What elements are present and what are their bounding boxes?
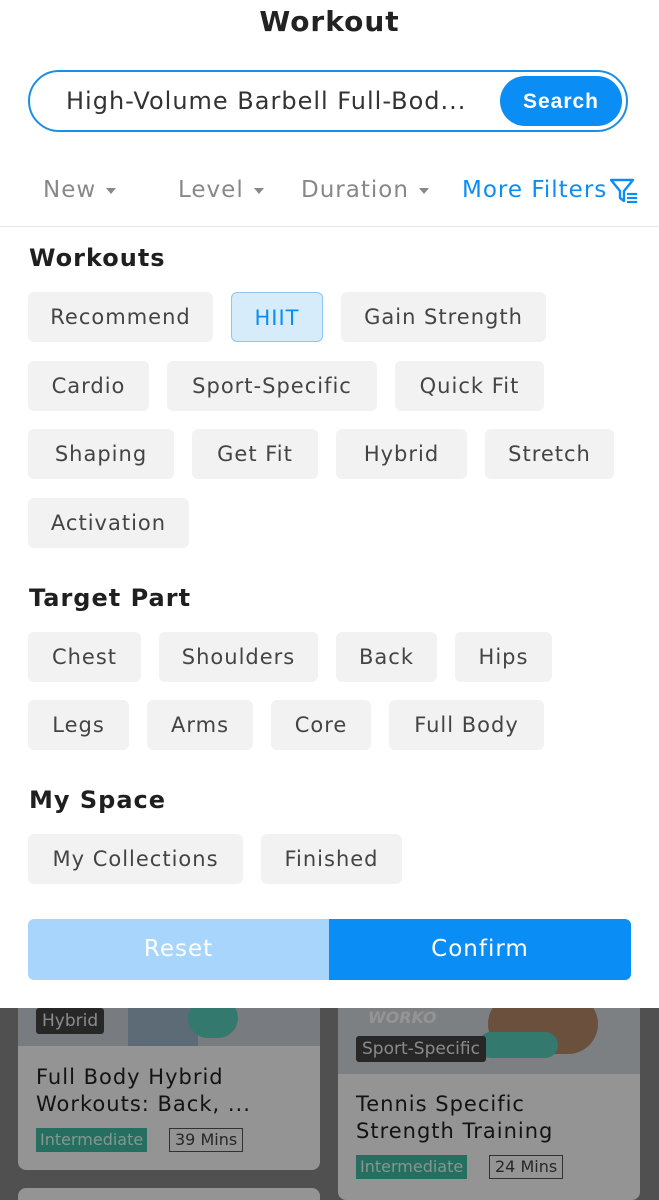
filter-duration-label: Duration (301, 177, 409, 203)
chip-sport-specific[interactable]: Sport-Specific (167, 361, 377, 411)
search-bar[interactable]: High-Volume Barbell Full-Bod... Search (28, 70, 628, 132)
chip-quick-fit[interactable]: Quick Fit (395, 361, 544, 411)
chip-finished[interactable]: Finished (261, 834, 402, 884)
filter-new-label: New (43, 177, 97, 203)
filter-new[interactable]: New (43, 168, 117, 212)
chip-legs[interactable]: Legs (28, 700, 129, 750)
filter-funnel-icon (610, 178, 638, 203)
chip-shoulders[interactable]: Shoulders (159, 632, 318, 682)
caret-down-icon (106, 187, 117, 194)
chip-recommend[interactable]: Recommend (28, 292, 213, 342)
chip-cardio[interactable]: Cardio (28, 361, 149, 411)
chip-get-fit[interactable]: Get Fit (192, 429, 318, 479)
chip-hiit[interactable]: HIIT (231, 292, 323, 342)
chip-back[interactable]: Back (336, 632, 437, 682)
chip-hips[interactable]: Hips (455, 632, 552, 682)
chip-gain-strength[interactable]: Gain Strength (341, 292, 546, 342)
chip-hybrid[interactable]: Hybrid (336, 429, 467, 479)
divider (0, 226, 659, 227)
filter-level[interactable]: Level (178, 168, 264, 212)
chip-my-collections[interactable]: My Collections (28, 834, 243, 884)
chip-full-body[interactable]: Full Body (389, 700, 544, 750)
chip-chest[interactable]: Chest (28, 632, 141, 682)
chip-activation[interactable]: Activation (28, 498, 189, 548)
confirm-button[interactable]: Confirm (329, 919, 631, 980)
caret-down-icon (418, 187, 429, 194)
filter-duration[interactable]: Duration (301, 168, 429, 212)
filter-more[interactable]: More Filters (462, 168, 639, 212)
chip-shaping[interactable]: Shaping (28, 429, 174, 479)
filter-more-label: More Filters (462, 177, 608, 203)
section-title-workouts: Workouts (29, 244, 166, 272)
search-button[interactable]: Search (500, 76, 622, 126)
reset-button[interactable]: Reset (28, 919, 329, 980)
caret-down-icon (253, 187, 264, 194)
chip-stretch[interactable]: Stretch (485, 429, 614, 479)
section-title-my-space: My Space (29, 786, 167, 814)
filter-level-label: Level (178, 177, 244, 203)
page-title: Workout (259, 5, 400, 38)
search-input[interactable]: High-Volume Barbell Full-Bod... (66, 72, 466, 130)
section-title-target-part: Target Part (29, 584, 192, 612)
chip-core[interactable]: Core (271, 700, 371, 750)
chip-arms[interactable]: Arms (147, 700, 253, 750)
modal-backdrop[interactable] (0, 1008, 659, 1200)
